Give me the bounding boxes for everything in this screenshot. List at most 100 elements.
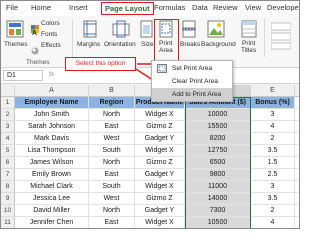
margins-icon[interactable] xyxy=(82,20,98,38)
table-cell[interactable]: 10000 xyxy=(185,109,251,121)
row-header[interactable]: 1 xyxy=(1,97,15,109)
table-cell[interactable] xyxy=(295,109,299,121)
table-cell[interactable] xyxy=(295,133,299,145)
table-cell[interactable]: Sarah Johnson xyxy=(15,121,89,133)
table-cell[interactable]: Gizmo Z xyxy=(135,121,185,133)
background-button[interactable]: Background xyxy=(201,41,236,48)
table-cell[interactable]: 9800 xyxy=(185,169,251,181)
table-cell[interactable] xyxy=(295,181,299,193)
table-cell[interactable]: 8200 xyxy=(185,133,251,145)
themes-button[interactable]: Themes xyxy=(4,41,27,48)
table-cell[interactable]: Lisa Thompson xyxy=(15,145,89,157)
table-cell[interactable]: 15500 xyxy=(185,121,251,133)
table-cell[interactable]: 11000 xyxy=(185,181,251,193)
size-button[interactable]: Size xyxy=(141,41,154,48)
table-cell[interactable] xyxy=(295,157,299,169)
row-header[interactable]: 4 xyxy=(1,133,15,145)
column-header-f[interactable] xyxy=(295,85,299,97)
table-cell[interactable]: East xyxy=(89,121,135,133)
row-header[interactable]: 8 xyxy=(1,181,15,193)
row-header[interactable]: 5 xyxy=(1,145,15,157)
table-cell[interactable]: North xyxy=(89,109,135,121)
table-cell[interactable]: 4 xyxy=(251,217,295,228)
table-cell[interactable]: John Smith xyxy=(15,109,89,121)
tab-page-layout[interactable]: Page Layout xyxy=(101,2,154,15)
table-cell[interactable]: James Wilson xyxy=(15,157,89,169)
tab-file[interactable]: File xyxy=(6,3,18,12)
table-cell[interactable] xyxy=(295,145,299,157)
tab-data[interactable]: Data xyxy=(192,3,208,12)
row-header[interactable]: 7 xyxy=(1,169,15,181)
table-cell[interactable]: 3.5 xyxy=(251,145,295,157)
table-cell[interactable]: Widget X xyxy=(135,217,185,228)
margins-button[interactable]: Margins xyxy=(77,41,100,48)
table-cell[interactable]: 7300 xyxy=(185,205,251,217)
table-cell[interactable]: West xyxy=(89,193,135,205)
table-cell[interactable]: Michael Clark xyxy=(15,181,89,193)
table-cell[interactable]: 2 xyxy=(251,133,295,145)
table-cell[interactable]: South xyxy=(89,181,135,193)
table-cell[interactable]: Gizmo Z xyxy=(135,193,185,205)
table-cell[interactable]: David Miller xyxy=(15,205,89,217)
table-cell[interactable]: Emily Brown xyxy=(15,169,89,181)
table-cell[interactable]: 2 xyxy=(251,205,295,217)
select-all-corner[interactable] xyxy=(1,85,15,97)
themes-icon[interactable] xyxy=(5,19,25,39)
menu-item-add-to-print-area[interactable]: Add to Print Area xyxy=(152,88,232,101)
table-cell[interactable]: Gizmo Z xyxy=(135,157,185,169)
menu-item-set-print-area[interactable]: Set Print Area xyxy=(152,62,232,75)
effects-button[interactable]: Effects xyxy=(41,42,61,49)
column-header-a[interactable]: A xyxy=(15,85,89,97)
header-cell[interactable]: Employee Name xyxy=(15,97,89,109)
table-cell[interactable]: 6500 xyxy=(185,157,251,169)
tab-view[interactable]: View xyxy=(245,3,261,12)
table-cell[interactable]: Mark Davis xyxy=(15,133,89,145)
table-cell[interactable]: 3 xyxy=(251,109,295,121)
breaks-button[interactable]: Breaks xyxy=(180,41,200,48)
tab-formulas[interactable]: Formulas xyxy=(154,3,185,12)
table-cell[interactable]: 14000 xyxy=(185,193,251,205)
table-cell[interactable]: 2.5 xyxy=(251,169,295,181)
table-cell[interactable] xyxy=(295,205,299,217)
menu-item-clear-print-area[interactable]: Clear Print Area xyxy=(152,75,232,88)
table-cell[interactable]: Gadget Y xyxy=(135,169,185,181)
breaks-icon[interactable] xyxy=(182,20,196,38)
table-cell[interactable]: Jessica Lee xyxy=(15,193,89,205)
table-cell[interactable]: Gadget Y xyxy=(135,133,185,145)
print-titles-icon[interactable] xyxy=(241,20,257,38)
table-cell[interactable]: 4 xyxy=(251,121,295,133)
table-cell[interactable] xyxy=(295,169,299,181)
table-cell[interactable]: West xyxy=(89,133,135,145)
table-cell[interactable] xyxy=(295,217,299,228)
table-cell[interactable]: North xyxy=(89,157,135,169)
print-titles-label-line1[interactable]: Print xyxy=(242,40,255,47)
tab-insert[interactable]: Insert xyxy=(69,3,88,12)
table-cell[interactable]: Widget X xyxy=(135,109,185,121)
size-icon[interactable] xyxy=(140,20,153,38)
table-cell[interactable]: 3 xyxy=(251,181,295,193)
row-header[interactable]: 3 xyxy=(1,121,15,133)
tab-home[interactable]: Home xyxy=(31,3,51,12)
row-header[interactable]: 2 xyxy=(1,109,15,121)
header-cell[interactable]: Bonus (%) xyxy=(251,97,295,109)
table-cell[interactable]: 10500 xyxy=(185,217,251,228)
print-titles-label-line2[interactable]: Titles xyxy=(241,47,256,54)
table-cell[interactable]: Widget X xyxy=(135,181,185,193)
tab-developer[interactable]: Developer xyxy=(267,3,299,12)
header-cell[interactable] xyxy=(295,97,299,109)
column-header-e[interactable]: E xyxy=(251,85,295,97)
header-cell[interactable]: Region xyxy=(89,97,135,109)
column-header-b[interactable]: B xyxy=(89,85,135,97)
table-cell[interactable]: North xyxy=(89,205,135,217)
table-cell[interactable]: 12750 xyxy=(185,145,251,157)
table-cell[interactable]: 1.5 xyxy=(251,157,295,169)
fonts-button[interactable]: Fonts xyxy=(41,31,57,38)
scale-controls-icon[interactable] xyxy=(270,22,292,50)
row-header[interactable]: 9 xyxy=(1,193,15,205)
table-cell[interactable] xyxy=(295,121,299,133)
row-header[interactable]: 11 xyxy=(1,217,15,228)
table-cell[interactable]: East xyxy=(89,217,135,228)
name-box[interactable]: D1 xyxy=(3,70,43,81)
table-cell[interactable]: Gadget Y xyxy=(135,205,185,217)
orientation-icon[interactable] xyxy=(112,20,130,38)
